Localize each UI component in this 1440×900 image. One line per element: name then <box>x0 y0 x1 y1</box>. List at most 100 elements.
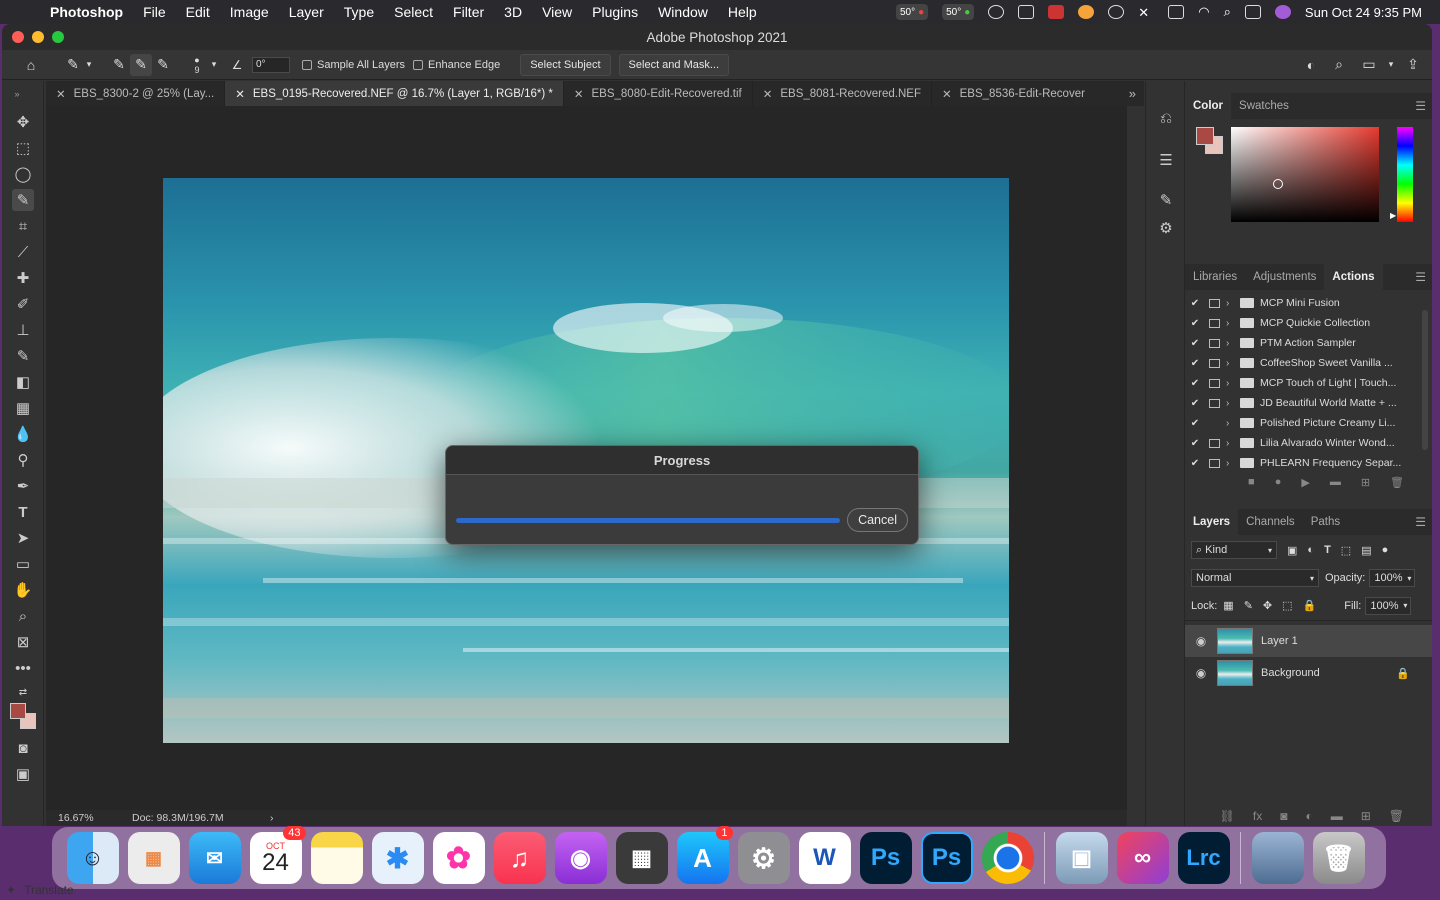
clone-stamp-icon[interactable]: ⊥ <box>12 319 34 341</box>
pen-tool-icon[interactable]: ✒ <box>12 475 34 497</box>
cancel-button[interactable]: Cancel <box>847 508 908 532</box>
notes-icon[interactable] <box>310 832 363 884</box>
music-icon[interactable]: ♫ <box>493 832 546 884</box>
menu-window[interactable]: Window <box>648 4 718 20</box>
system-preferences-icon[interactable]: ⚙ <box>737 832 790 884</box>
filter-pixel-icon[interactable]: ▣ <box>1287 544 1297 557</box>
mute-icon[interactable]: ✕ <box>1138 5 1154 20</box>
panel-menu-icon[interactable]: ☰ <box>1415 515 1426 529</box>
chevron-right-icon[interactable]: › <box>1226 318 1236 329</box>
action-set-row[interactable]: ✔ › Polished Picture Creamy Li... <box>1185 413 1432 433</box>
dialog-toggle-icon[interactable] <box>1209 378 1220 388</box>
chevron-right-icon[interactable]: › <box>1226 418 1236 429</box>
zoom-level[interactable]: 16.67% <box>46 812 132 824</box>
filter-kind-select[interactable]: ⌕ Kind ▾ <box>1191 541 1277 559</box>
record-icon[interactable]: ● <box>1275 476 1282 489</box>
time-machine-icon[interactable] <box>1108 5 1125 19</box>
path-selection-icon[interactable]: ➤ <box>12 527 34 549</box>
menu-image[interactable]: Image <box>220 4 279 20</box>
tab-swatches[interactable]: Swatches <box>1231 93 1297 119</box>
properties-icon[interactable]: ⚙ <box>1155 217 1177 239</box>
search-icon[interactable]: ⌕ <box>1328 54 1350 76</box>
action-set-row[interactable]: ✔ › PTM Action Sampler <box>1185 333 1432 353</box>
app-menu[interactable]: Photoshop <box>40 4 133 20</box>
word-icon[interactable]: W <box>798 832 851 884</box>
lock-all-icon[interactable]: 🔒 <box>1303 599 1317 612</box>
launchpad-icon[interactable]: ▦ <box>127 832 180 884</box>
chevron-right-icon[interactable]: › <box>1226 458 1236 469</box>
add-to-selection-icon[interactable]: ✎ <box>130 53 152 76</box>
new-selection-icon[interactable]: ✎ <box>108 54 130 76</box>
downloads-stack-icon[interactable] <box>1251 832 1304 884</box>
color-picker-circle[interactable] <box>1273 179 1283 189</box>
lock-artboard-icon[interactable]: ⬚ <box>1282 599 1292 612</box>
add-mask-icon[interactable]: ◙ <box>1280 809 1287 823</box>
lightroom-classic-icon[interactable]: Lrc <box>1177 832 1230 884</box>
hue-slider-handle[interactable]: ▶ <box>1390 211 1396 220</box>
dialog-toggle-icon[interactable] <box>1209 358 1220 368</box>
fill-input[interactable]: 100% ▾ <box>1365 596 1412 615</box>
new-action-icon[interactable]: ⊞ <box>1361 476 1370 489</box>
panel-menu-icon[interactable]: ☰ <box>1415 99 1426 113</box>
lock-pixels-icon[interactable]: ✎ <box>1244 599 1253 612</box>
hand-tool-icon[interactable]: ✋ <box>12 579 34 601</box>
marquee-tool-icon[interactable]: ⬚ <box>12 137 34 159</box>
quick-selection-tool-icon[interactable]: ✎ <box>12 189 34 211</box>
dialog-toggle-icon[interactable] <box>1209 318 1220 328</box>
tab-libraries[interactable]: Libraries <box>1185 264 1245 290</box>
panel-menu-icon[interactable]: ☰ <box>1415 270 1426 284</box>
dialog-toggle-icon[interactable] <box>1209 438 1220 448</box>
adjustment-layer-icon[interactable]: ◐ <box>1305 809 1312 823</box>
temperature-widget-2[interactable]: 50° ● <box>942 4 975 20</box>
podcasts-icon[interactable]: ◉ <box>554 832 607 884</box>
close-icon[interactable]: ✕ <box>763 87 773 101</box>
filter-type-icon[interactable]: T <box>1324 544 1331 556</box>
stop-icon[interactable]: ■ <box>1248 476 1255 489</box>
subtract-selection-icon[interactable]: ✎ <box>152 54 174 76</box>
actions-scrollbar[interactable] <box>1422 310 1428 450</box>
close-icon[interactable]: ✕ <box>235 87 245 101</box>
chevron-right-icon[interactable]: › <box>1226 438 1236 449</box>
move-tool-icon[interactable]: ✥ <box>12 111 34 133</box>
trash-icon[interactable]: 🗑 <box>1390 476 1404 489</box>
trash-icon[interactable]: 🗑 <box>1389 809 1404 823</box>
layer-thumbnail[interactable] <box>1217 628 1253 654</box>
maximize-window-button[interactable] <box>52 31 64 43</box>
creative-cloud-icon[interactable]: ∞ <box>1116 832 1169 884</box>
chevron-down-icon[interactable]: ▾ <box>84 54 94 76</box>
fx-icon[interactable]: fx <box>1253 809 1262 823</box>
history-brush-icon[interactable]: ✎ <box>12 345 34 367</box>
healing-brush-icon[interactable]: ✚ <box>12 267 34 289</box>
crop-tool-icon[interactable]: ⌗ <box>12 215 34 237</box>
type-tool-icon[interactable]: T <box>12 501 34 523</box>
enhance-edge-checkbox[interactable] <box>413 59 424 70</box>
quick-mask-icon[interactable]: ◙ <box>12 737 34 759</box>
lock-transparent-icon[interactable]: ▦ <box>1223 599 1233 612</box>
dialog-toggle-icon[interactable] <box>1209 419 1220 428</box>
close-window-button[interactable] <box>12 31 24 43</box>
menu-file[interactable]: File <box>133 4 176 20</box>
chevron-right-icon[interactable]: › <box>1226 358 1236 369</box>
lock-position-icon[interactable]: ✥ <box>1263 599 1272 612</box>
play-icon[interactable]: ▶ <box>1301 476 1309 489</box>
app-store-icon[interactable]: A1 <box>676 826 733 884</box>
dialog-toggle-icon[interactable] <box>1209 458 1220 468</box>
action-set-row[interactable]: ✔ › MCP Mini Fusion <box>1185 293 1432 313</box>
tab-doc-2[interactable]: ✕ EBS_0195-Recovered.NEF @ 16.7% (Layer 1… <box>225 81 564 106</box>
hue-slider[interactable] <box>1397 127 1413 222</box>
backup-icon[interactable] <box>1078 5 1095 19</box>
eyedropper-tool-icon[interactable]: ⟋ <box>12 241 34 263</box>
more-tabs-icon[interactable]: » <box>1121 81 1144 106</box>
eye-icon[interactable]: ◉ <box>1185 634 1217 648</box>
sample-all-layers-checkbox[interactable] <box>302 59 312 70</box>
layer-thumbnail[interactable] <box>1217 660 1253 686</box>
dialog-toggle-icon[interactable] <box>1209 398 1220 408</box>
control-center-icon[interactable] <box>1244 5 1261 19</box>
tab-paths[interactable]: Paths <box>1303 509 1348 535</box>
link-layers-icon[interactable]: ⛓ <box>1220 809 1235 823</box>
learn-icon[interactable]: ◐ <box>1300 54 1322 76</box>
action-set-row[interactable]: ✔ › CoffeeShop Sweet Vanilla ... <box>1185 353 1432 373</box>
opacity-input[interactable]: 100% ▾ <box>1369 569 1416 587</box>
chevron-down-icon[interactable]: ▾ <box>208 54 220 76</box>
share-icon[interactable]: ⇪ <box>1402 54 1424 76</box>
